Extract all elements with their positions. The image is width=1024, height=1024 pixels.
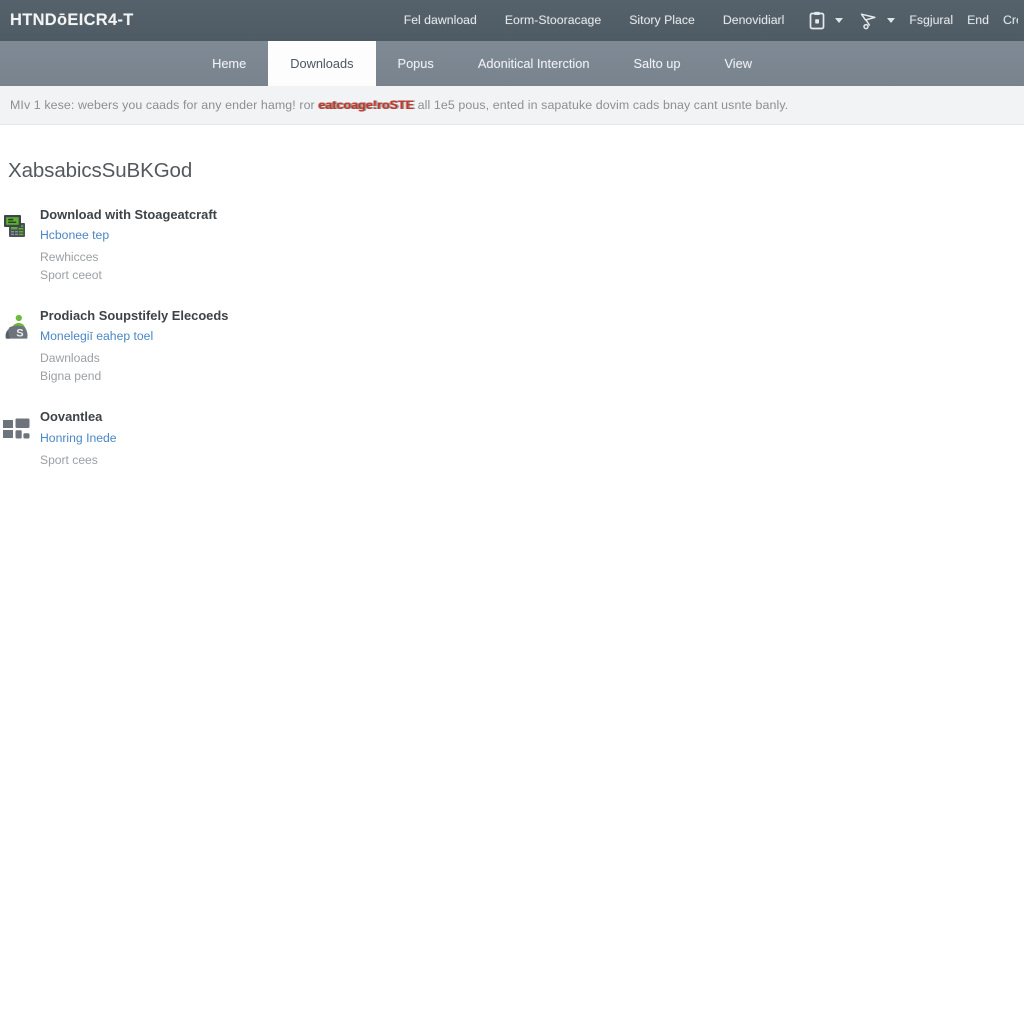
tab-set-up[interactable]: Salto up xyxy=(612,41,703,86)
tab-additional-interaction[interactable]: Adonitical Interction xyxy=(456,41,612,86)
tab-popups[interactable]: Popus xyxy=(376,41,456,86)
cart-menu[interactable] xyxy=(850,11,902,30)
card-meta: Sport ceeot xyxy=(40,267,102,282)
card-title: Oovantlea xyxy=(40,409,103,425)
card-body: Download with Stoageatcraft Hcbonee tep … xyxy=(40,207,217,284)
notice-prefix: MIv 1 kese: webers you caads for any end… xyxy=(10,98,319,112)
list-item[interactable]: Oovantlea Honring Inede Sport cees xyxy=(2,409,1024,493)
card-link[interactable]: Honring Inede xyxy=(40,431,117,445)
page-title: XabsabicsSuBKGod xyxy=(8,159,193,182)
card-title: Download with Stoageatcraft xyxy=(40,207,217,222)
clipboard-menu[interactable] xyxy=(798,11,850,30)
cart-icon xyxy=(860,11,878,30)
notice-bar: MIv 1 kese: webers you caads for any end… xyxy=(0,86,1024,125)
top-utility-bar: HTNDōEICR4-T Fel dawnload Eorm-Stooracag… xyxy=(0,0,1024,41)
storagecraft-logo[interactable]: HTNDōEICR4-T xyxy=(10,11,134,30)
top-link-end[interactable]: End xyxy=(960,0,996,41)
list-item[interactable]: S Prodiach Soupstifely Elecoeds Monelegi… xyxy=(2,308,1024,409)
grid-icon xyxy=(2,414,32,444)
card-link[interactable]: Monelegiī eahep toel xyxy=(40,329,228,343)
card-meta: Dawnloads xyxy=(40,351,100,366)
chevron-down-icon xyxy=(887,18,896,23)
list-item[interactable]: Download with Stoageatcraft Hcbonee tep … xyxy=(2,207,1024,308)
chevron-down-icon xyxy=(835,18,844,23)
card-meta: Bigna pend xyxy=(40,368,102,383)
top-link-form-storage[interactable]: Eorm-Stooracage xyxy=(491,0,615,41)
server-icon xyxy=(2,212,32,242)
card-body: Oovantlea Honring Inede Sport cees xyxy=(40,409,117,469)
notice-emphasis: eatcoage!roSTE xyxy=(318,98,415,112)
primary-nav: Heme Downloads Popus Adonitical Intercti… xyxy=(0,41,1024,86)
tab-downloads[interactable]: Downloads xyxy=(268,41,376,86)
svg-text:S: S xyxy=(16,328,23,340)
top-links-group: Fel dawnload Eorm-Stooracage Sitory Plac… xyxy=(390,0,1018,41)
money-person-icon: S xyxy=(2,313,32,343)
clipboard-icon xyxy=(808,11,826,30)
card-link[interactable]: Hcbonee tep xyxy=(40,228,217,242)
card-meta: Rewhicces xyxy=(40,250,99,265)
top-link-story-place[interactable]: Sitory Place xyxy=(615,0,709,41)
notice-text: MIv 1 kese: webers you caads for any end… xyxy=(10,98,788,112)
notice-suffix: all 1e5 pous, ented in sapatuke dovim ca… xyxy=(414,98,789,112)
top-link-regional[interactable]: Fsgjural xyxy=(902,0,960,41)
tab-home[interactable]: Heme xyxy=(190,41,268,86)
tab-view[interactable]: View xyxy=(702,41,774,86)
card-body: Prodiach Soupstifely Elecoeds Monelegiī … xyxy=(40,308,228,385)
card-meta: Sport cees xyxy=(40,452,98,467)
top-link-create[interactable]: Cre xyxy=(996,0,1018,41)
top-right-words-group: Fsgjural End Cre xyxy=(902,0,1018,41)
top-link-free-download[interactable]: Fel dawnload xyxy=(390,0,491,41)
card-title: Prodiach Soupstifely Elecoeds xyxy=(40,308,229,324)
top-link-download[interactable]: Denovidiarl xyxy=(709,0,799,41)
download-card-list: Download with Stoageatcraft Hcbonee tep … xyxy=(0,207,1024,493)
main-content: XabsabicsSuBKGod Download with Stoageatc… xyxy=(0,125,1024,494)
